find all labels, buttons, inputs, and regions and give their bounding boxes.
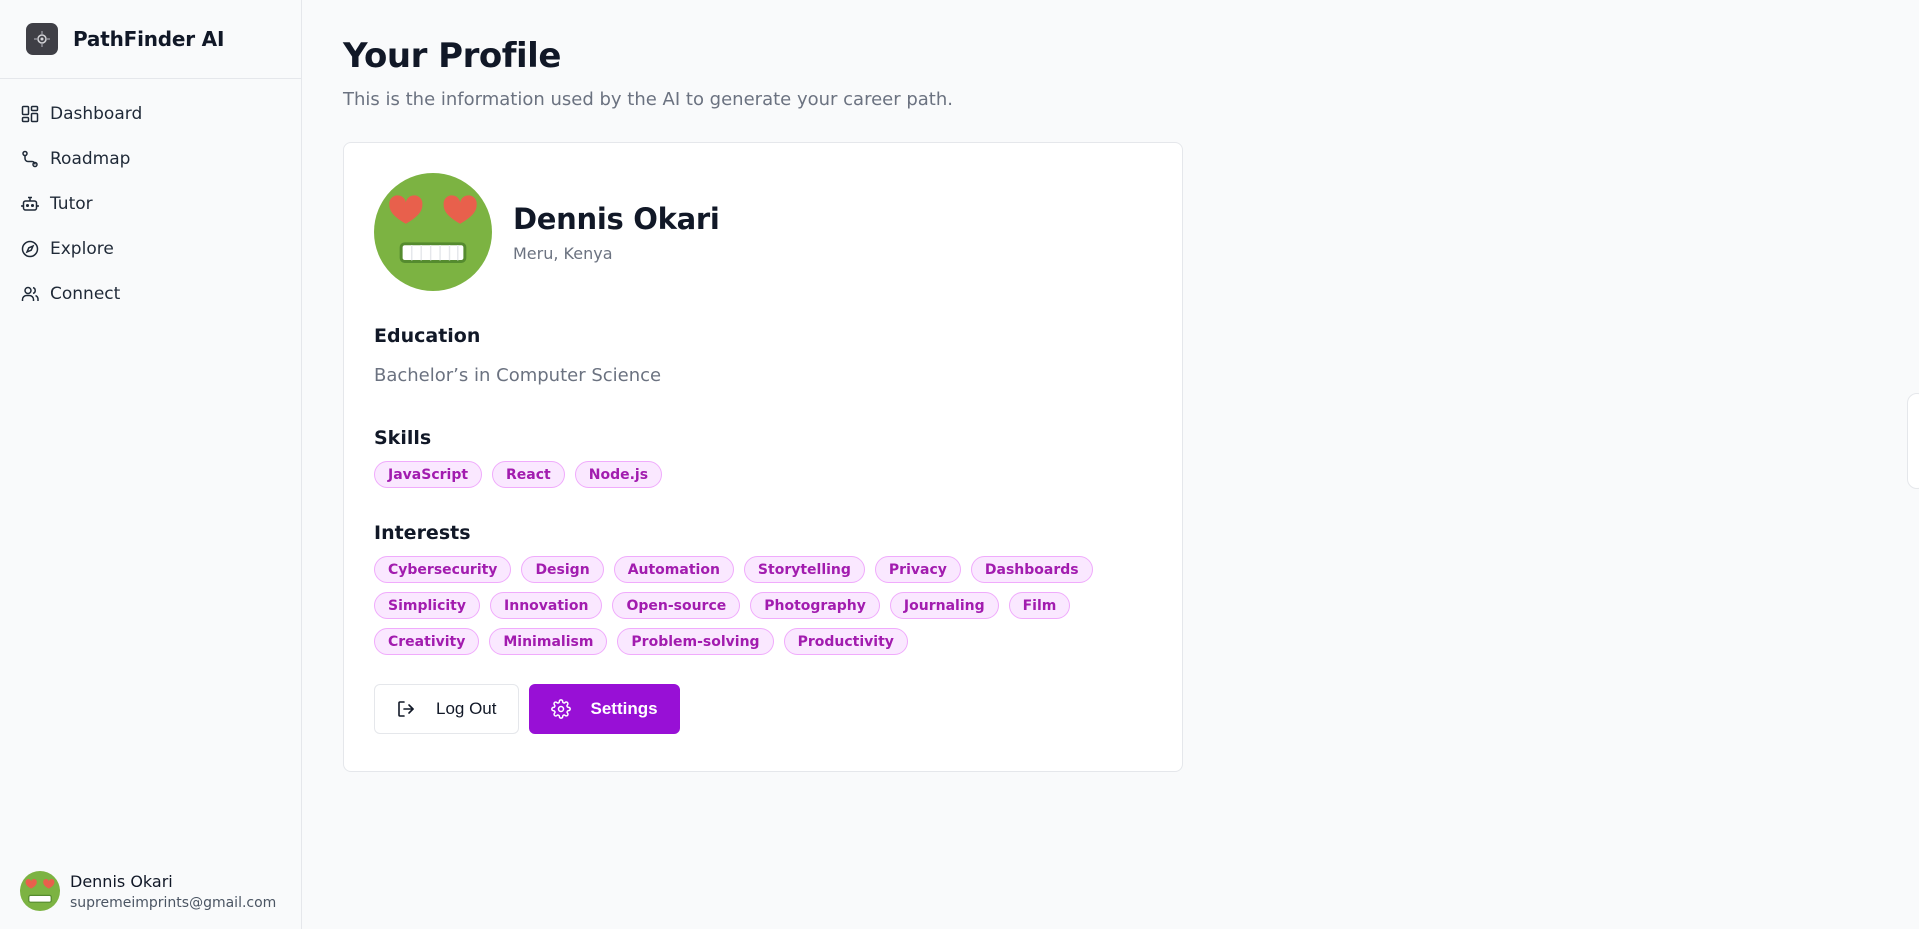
profile-actions: Log Out Settings <box>374 684 1152 734</box>
profile-identity: Dennis Okari Meru, Kenya <box>513 201 720 263</box>
interest-tag[interactable]: Innovation <box>490 592 603 619</box>
settings-button-label: Settings <box>590 699 658 718</box>
sidebar-item-label: Connect <box>50 283 121 304</box>
profile-location: Meru, Kenya <box>513 243 613 263</box>
sidebar-item-label: Dashboard <box>50 103 143 124</box>
sidebar-user-text: Dennis Okari supremeimprints@gmail.com <box>70 872 276 911</box>
compass-icon <box>20 239 39 258</box>
interest-tag[interactable]: Creativity <box>374 628 480 655</box>
skill-tag[interactable]: Node.js <box>574 461 663 488</box>
brand-logo-icon <box>26 23 58 55</box>
brand[interactable]: PathFinder AI <box>0 0 301 79</box>
logout-button-label: Log Out <box>436 699 497 718</box>
interest-tag[interactable]: Dashboards <box>970 556 1093 583</box>
dashboard-icon <box>20 104 39 123</box>
side-drawer-handle[interactable] <box>1907 393 1919 489</box>
app-root: PathFinder AI Dashboard Roadmap Tutor Ex… <box>0 0 1919 929</box>
profile-name: Dennis Okari <box>513 201 720 236</box>
sidebar: PathFinder AI Dashboard Roadmap Tutor Ex… <box>0 0 302 929</box>
interest-tag[interactable]: Design <box>521 556 604 583</box>
interest-tag[interactable]: Film <box>1008 592 1071 619</box>
interest-tag[interactable]: Productivity <box>783 628 908 655</box>
skills-heading: Skills <box>374 427 432 449</box>
gear-icon <box>550 699 571 719</box>
interests-list: Cybersecurity Design Automation Storytel… <box>374 556 1164 655</box>
users-icon <box>20 284 39 303</box>
skill-tag[interactable]: React <box>492 461 565 488</box>
interest-tag[interactable]: Simplicity <box>374 592 481 619</box>
sidebar-item-roadmap[interactable]: Roadmap <box>0 136 301 181</box>
interest-tag[interactable]: Storytelling <box>743 556 865 583</box>
sidebar-item-label: Explore <box>50 238 114 259</box>
sidebar-item-dashboard[interactable]: Dashboard <box>0 91 301 136</box>
route-icon <box>20 149 39 168</box>
profile-card: Dennis Okari Meru, Kenya Education Bache… <box>343 142 1183 772</box>
interest-tag[interactable]: Photography <box>750 592 880 619</box>
interest-tag[interactable]: Minimalism <box>489 628 608 655</box>
skills-list: JavaScript React Node.js <box>374 461 1152 488</box>
sidebar-item-label: Roadmap <box>50 148 131 169</box>
logout-button[interactable]: Log Out <box>374 684 519 734</box>
interest-tag[interactable]: Problem-solving <box>617 628 774 655</box>
sidebar-user-name: Dennis Okari <box>70 871 173 891</box>
sidebar-user[interactable]: Dennis Okari supremeimprints@gmail.com <box>20 871 276 911</box>
page-subtitle: This is the information used by the AI t… <box>343 89 953 110</box>
interest-tag[interactable]: Privacy <box>874 556 961 583</box>
bot-icon <box>20 194 39 213</box>
page-title: Your Profile <box>343 36 561 76</box>
sidebar-nav: Dashboard Roadmap Tutor Explore Connect <box>0 79 301 316</box>
sidebar-item-connect[interactable]: Connect <box>0 271 301 316</box>
sidebar-item-tutor[interactable]: Tutor <box>0 181 301 226</box>
interest-tag[interactable]: Open-source <box>612 592 741 619</box>
main-content: Your Profile This is the information use… <box>302 0 1919 929</box>
education-heading: Education <box>374 325 481 347</box>
interest-tag[interactable]: Cybersecurity <box>374 556 512 583</box>
profile-header: Dennis Okari Meru, Kenya <box>374 173 1152 291</box>
education-value: Bachelor’s in Computer Science <box>374 365 662 386</box>
sidebar-item-label: Tutor <box>50 193 93 214</box>
settings-button[interactable]: Settings <box>528 684 680 734</box>
skill-tag[interactable]: JavaScript <box>374 461 483 488</box>
interests-heading: Interests <box>374 522 471 544</box>
avatar <box>20 871 60 911</box>
sidebar-user-email: supremeimprints@gmail.com <box>70 894 277 911</box>
logout-icon <box>396 699 416 719</box>
sidebar-item-explore[interactable]: Explore <box>0 226 301 271</box>
interest-tag[interactable]: Journaling <box>889 592 999 619</box>
profile-avatar <box>374 173 492 291</box>
brand-name: PathFinder AI <box>73 27 225 51</box>
interest-tag[interactable]: Automation <box>613 556 734 583</box>
